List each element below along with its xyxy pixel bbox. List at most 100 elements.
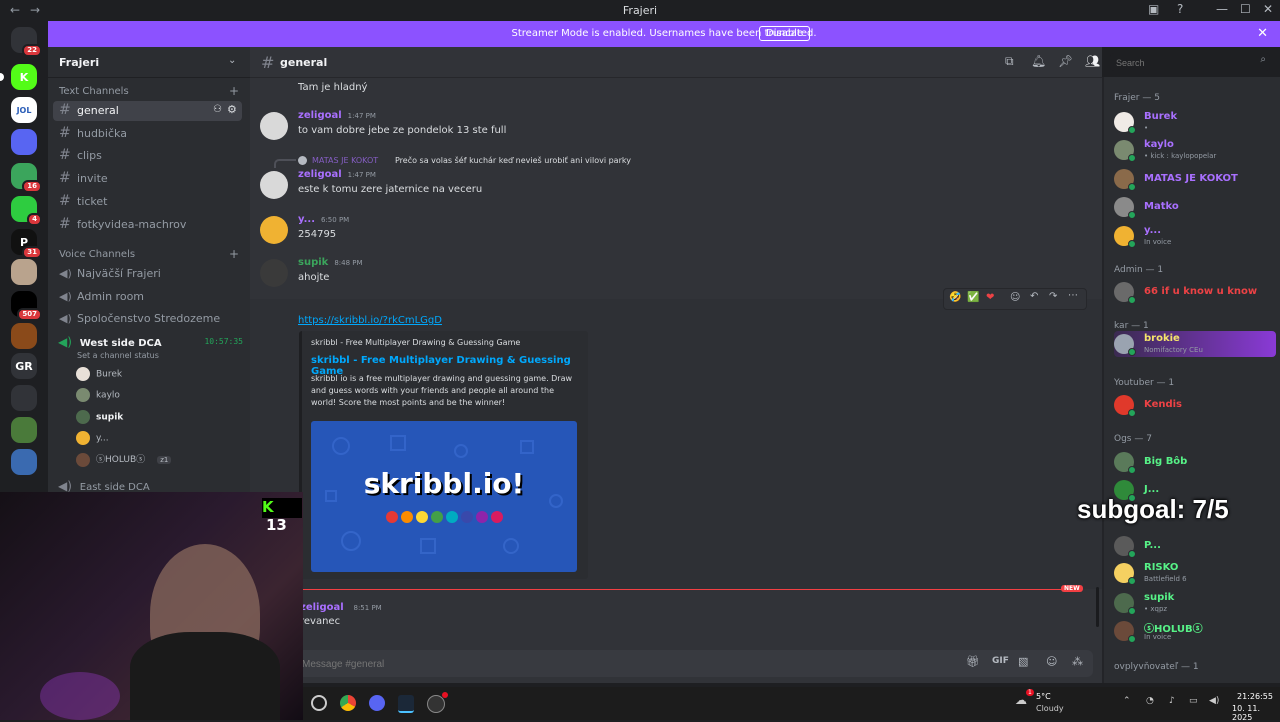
- server-icon[interactable]: P 31: [11, 229, 42, 259]
- member-scrollbar[interactable]: [1102, 77, 1104, 683]
- server-icon[interactable]: K: [11, 64, 37, 90]
- server-icon[interactable]: JOL: [11, 97, 37, 123]
- server-icon[interactable]: [11, 449, 37, 475]
- member-item[interactable]: Big Bôb: [1114, 449, 1276, 475]
- message-link[interactable]: https://skribbl.io/?rkCmLGgD: [298, 315, 442, 326]
- reaction-heart-icon[interactable]: ❤: [986, 292, 994, 303]
- inbox-icon[interactable]: ▣: [1148, 2, 1159, 16]
- member-item[interactable]: kaylo • kick : kaylopopelar: [1114, 137, 1276, 163]
- member-item[interactable]: MATAS JE KOKOT: [1114, 166, 1276, 192]
- avatar[interactable]: [260, 171, 288, 199]
- emoji-icon[interactable]: ☺: [1046, 655, 1057, 668]
- text-channel-1[interactable]: # hudbička: [53, 124, 242, 144]
- more-options-icon[interactable]: ⋯: [1068, 290, 1078, 301]
- voice-user[interactable]: ⓢHOLUBⓢ z1: [76, 452, 172, 467]
- add-member-icon[interactable]: ⚇: [213, 104, 222, 115]
- gif-icon[interactable]: GIF: [992, 656, 1009, 666]
- server-icon[interactable]: [11, 417, 37, 443]
- gift-icon[interactable]: 🎁︎: [966, 655, 980, 668]
- member-item[interactable]: ⓢHOLUBⓢ In voice: [1114, 618, 1276, 644]
- minimize-icon[interactable]: —: [1216, 2, 1228, 16]
- voice-user[interactable]: Burek: [76, 367, 122, 381]
- voice-user[interactable]: y...: [76, 430, 109, 445]
- voice-channels-category[interactable]: Voice Channels: [59, 249, 135, 260]
- help-icon[interactable]: ?: [1177, 2, 1183, 16]
- add-voice-channel-icon[interactable]: +: [229, 247, 239, 261]
- speedometer-icon[interactable]: [311, 695, 327, 711]
- display-icon[interactable]: ▭: [1189, 696, 1198, 706]
- server-icon[interactable]: [11, 323, 37, 349]
- reply-user[interactable]: MATAS JE KOKOT: [312, 156, 378, 165]
- app-icon[interactable]: [427, 695, 445, 713]
- text-channel-2[interactable]: # clips: [53, 146, 242, 166]
- last-message-user[interactable]: zeligoal: [300, 602, 344, 613]
- server-icon[interactable]: [11, 259, 37, 285]
- server-icon[interactable]: GR: [11, 353, 37, 379]
- sticker-icon[interactable]: ▧: [1018, 655, 1028, 668]
- discord-icon[interactable]: [369, 695, 385, 711]
- voice-user[interactable]: supik: [76, 409, 123, 424]
- reaction-check-icon[interactable]: ✅: [967, 292, 979, 303]
- maximize-icon[interactable]: ☐: [1240, 2, 1251, 16]
- pin-icon[interactable]: 📌︎: [1058, 54, 1073, 68]
- text-channel-3[interactable]: # invite: [53, 169, 242, 189]
- member-item[interactable]: P...: [1114, 533, 1276, 559]
- username[interactable]: y...: [298, 214, 315, 225]
- chat-scrollbar[interactable]: [1096, 587, 1099, 627]
- add-channel-icon[interactable]: +: [229, 84, 239, 98]
- member-item[interactable]: RISKO Battlefield 6: [1114, 560, 1276, 586]
- server-icon[interactable]: 507: [11, 291, 42, 321]
- text-channel-4[interactable]: # ticket: [53, 192, 242, 212]
- volume-icon[interactable]: ◀): [1209, 696, 1219, 706]
- members-icon[interactable]: 👥︎: [1085, 54, 1100, 68]
- text-channels-category[interactable]: Text Channels: [59, 86, 129, 97]
- username[interactable]: zeligoal: [298, 169, 342, 180]
- clock-date[interactable]: 10. 11. 2025: [1232, 704, 1280, 722]
- member-item[interactable]: y... In voice: [1114, 223, 1276, 249]
- close-banner-icon[interactable]: ✕: [1257, 26, 1268, 41]
- member-item[interactable]: Kendis: [1114, 392, 1276, 418]
- server-icon[interactable]: 22: [11, 27, 42, 57]
- voice-channel-east[interactable]: ◀) East side DCA: [58, 479, 150, 493]
- add-reaction-icon[interactable]: ☺: [1010, 292, 1020, 303]
- server-header[interactable]: Frajeri ⌄: [48, 47, 250, 78]
- reply-text[interactable]: Prečo sa volas šéf kuchár keď nevieš uro…: [395, 156, 631, 165]
- message-input[interactable]: [300, 656, 924, 673]
- server-icon[interactable]: [11, 129, 37, 155]
- voice-user[interactable]: kaylo: [76, 388, 120, 403]
- member-item[interactable]: supik • xqpz: [1114, 590, 1276, 616]
- chrome-icon[interactable]: [340, 695, 356, 711]
- mic-icon[interactable]: ♪: [1169, 696, 1175, 706]
- member-item[interactable]: Matko: [1114, 194, 1276, 220]
- voice-channel-1[interactable]: ◀) Admin room: [53, 287, 242, 307]
- member-item[interactable]: 66 if u know u know: [1114, 279, 1276, 305]
- avatar[interactable]: [260, 112, 288, 140]
- forward-icon[interactable]: ↷: [1049, 291, 1057, 302]
- tray-chevron-icon[interactable]: ⌃: [1123, 696, 1131, 706]
- disable-streamer-mode-button[interactable]: Disable: [759, 26, 811, 41]
- steam-icon[interactable]: [398, 695, 414, 713]
- chevron-down-icon[interactable]: ⌄: [228, 55, 236, 66]
- text-channel-5[interactable]: # fotkyvidea-machrov: [53, 215, 242, 235]
- search-box[interactable]: ⌕: [1110, 53, 1270, 71]
- server-icon[interactable]: 16: [11, 163, 42, 193]
- threads-icon[interactable]: ⧉: [1005, 54, 1014, 69]
- channel-status-hint[interactable]: Set a channel status: [77, 351, 159, 360]
- gear-icon[interactable]: ⚙: [227, 103, 237, 116]
- voice-channel-2[interactable]: ◀) Spoločenstvo Stredozeme: [53, 309, 242, 329]
- text-channel-0[interactable]: # general ⚇ ⚙: [53, 101, 242, 121]
- avatar[interactable]: [260, 216, 288, 244]
- member-item[interactable]: brokie Nomifactory CEu: [1114, 331, 1276, 357]
- search-input[interactable]: [1114, 55, 1248, 71]
- reply-icon[interactable]: ↶: [1030, 291, 1038, 302]
- bell-icon[interactable]: 🔔︎: [1031, 54, 1046, 68]
- username[interactable]: zeligoal: [298, 110, 342, 121]
- reaction-emoji-icon[interactable]: 🤣: [949, 292, 961, 303]
- avatar[interactable]: [260, 259, 288, 287]
- clock-time[interactable]: 21:26:55: [1237, 692, 1273, 701]
- voice-channel-0[interactable]: ◀) Najväčší Frajeri: [53, 264, 242, 284]
- username[interactable]: supik: [298, 257, 328, 268]
- server-icon[interactable]: [11, 385, 37, 411]
- embed-image[interactable]: skribbl.io!: [311, 421, 577, 572]
- apps-icon[interactable]: ⁂: [1072, 655, 1083, 668]
